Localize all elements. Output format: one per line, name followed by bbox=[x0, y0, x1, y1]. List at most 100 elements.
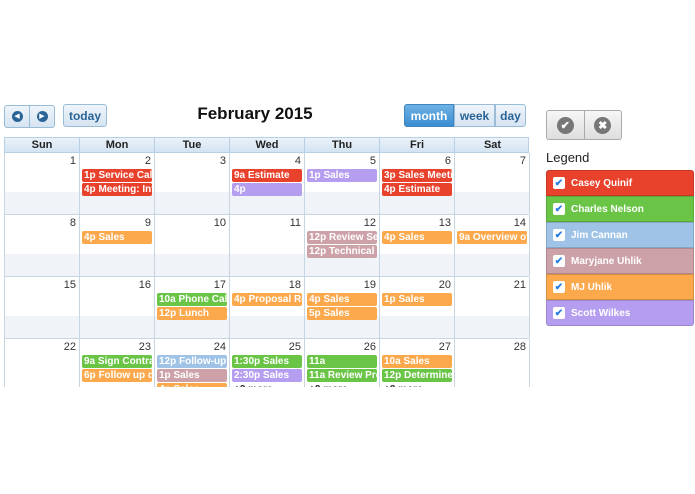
day-cell[interactable]: 10 bbox=[155, 215, 230, 276]
day-number[interactable]: 28 bbox=[514, 341, 526, 353]
calendar-event[interactable]: 9a Sign Contra bbox=[82, 355, 152, 368]
calendar-event[interactable]: 12p Determine bbox=[382, 369, 452, 382]
calendar-event[interactable]: 5p Sales bbox=[307, 307, 377, 320]
day-cell[interactable]: 25 1:30p Sales2:30p Sales+2 more bbox=[230, 339, 305, 387]
legend-item[interactable]: ✔ MJ Uhlik bbox=[546, 274, 694, 300]
day-number[interactable]: 1 bbox=[70, 155, 76, 167]
view-week-button[interactable]: week bbox=[454, 104, 495, 127]
day-number[interactable]: 12 bbox=[364, 217, 376, 229]
calendar-event[interactable]: 12p Follow-up bbox=[157, 355, 227, 368]
day-cell[interactable]: 5 1p Sales bbox=[305, 153, 380, 214]
calendar-event[interactable]: 4p bbox=[232, 183, 302, 196]
legend-checkbox[interactable]: ✔ bbox=[553, 203, 565, 215]
day-number[interactable]: 27 bbox=[439, 341, 451, 353]
legend-item[interactable]: ✔ Maryjane Uhlik bbox=[546, 248, 694, 274]
day-cell[interactable]: 1 bbox=[5, 153, 80, 214]
next-button[interactable]: ▶ bbox=[29, 105, 55, 128]
day-number[interactable]: 9 bbox=[145, 217, 151, 229]
confirm-button[interactable]: ✔ bbox=[546, 110, 584, 140]
day-cell[interactable]: 12 12p Review Ser 12p Technical I bbox=[305, 215, 380, 276]
calendar-event[interactable]: 4p Sales bbox=[382, 231, 452, 244]
day-number[interactable]: 13 bbox=[439, 217, 451, 229]
more-events-link[interactable]: +2 more bbox=[232, 383, 302, 387]
calendar-event[interactable]: 10a Sales bbox=[382, 355, 452, 368]
day-cell[interactable]: 14 9a Overview of bbox=[455, 215, 530, 276]
more-events-link[interactable]: +2 more bbox=[382, 383, 452, 387]
today-button[interactable]: today bbox=[63, 104, 107, 127]
calendar-event[interactable]: 6p Follow up d bbox=[82, 369, 152, 382]
day-cell[interactable]: 19 4p Sales 5p Sales bbox=[305, 277, 380, 338]
legend-item[interactable]: ✔ Jim Cannan bbox=[546, 222, 694, 248]
legend-item[interactable]: ✔ Charles Nelson bbox=[546, 196, 694, 222]
day-cell[interactable]: 21 bbox=[455, 277, 530, 338]
prev-button[interactable]: ◀ bbox=[4, 105, 29, 128]
calendar-event[interactable]: 1:30p Sales bbox=[232, 355, 302, 368]
calendar-event[interactable]: 10a Phone Call bbox=[157, 293, 227, 306]
legend-checkbox[interactable]: ✔ bbox=[553, 281, 565, 293]
day-number[interactable]: 20 bbox=[439, 279, 451, 291]
day-number[interactable]: 22 bbox=[64, 341, 76, 353]
legend-checkbox[interactable]: ✔ bbox=[553, 177, 565, 189]
calendar-event[interactable]: 4p Sales bbox=[307, 293, 377, 306]
calendar-event[interactable]: 4p Sales bbox=[82, 231, 152, 244]
calendar-event[interactable]: 12p Lunch bbox=[157, 307, 227, 320]
day-cell[interactable]: 11 bbox=[230, 215, 305, 276]
day-cell[interactable]: 27 10a Sales12p Determine+2 more bbox=[380, 339, 455, 387]
day-number[interactable]: 5 bbox=[370, 155, 376, 167]
calendar-event[interactable]: 9a Estimate bbox=[232, 169, 302, 182]
day-cell[interactable]: 3 bbox=[155, 153, 230, 214]
day-cell[interactable]: 22 bbox=[5, 339, 80, 387]
day-number[interactable]: 3 bbox=[220, 155, 226, 167]
day-cell[interactable]: 13 4p Sales bbox=[380, 215, 455, 276]
day-cell[interactable]: 23 9a Sign Contra 6p Follow up d bbox=[80, 339, 155, 387]
legend-checkbox[interactable]: ✔ bbox=[553, 229, 565, 241]
calendar-event[interactable]: 1p Sales bbox=[382, 293, 452, 306]
legend-item[interactable]: ✔ Scott Wilkes bbox=[546, 300, 694, 326]
calendar-event[interactable]: 12p Review Ser bbox=[307, 231, 377, 244]
day-number[interactable]: 18 bbox=[289, 279, 301, 291]
day-cell[interactable]: 4 9a Estimate 4p bbox=[230, 153, 305, 214]
calendar-event[interactable]: 2:30p Sales bbox=[232, 369, 302, 382]
day-number[interactable]: 24 bbox=[214, 341, 226, 353]
day-cell[interactable]: 16 bbox=[80, 277, 155, 338]
day-cell[interactable]: 28 bbox=[455, 339, 530, 387]
day-cell[interactable]: 2 1p Service Call 4p Meeting: Int bbox=[80, 153, 155, 214]
calendar-event[interactable]: 1p Service Call bbox=[82, 169, 152, 182]
calendar-event[interactable]: 9a Overview of bbox=[457, 231, 527, 244]
view-day-button[interactable]: day bbox=[495, 104, 526, 127]
calendar-event[interactable]: 4p Meeting: Int bbox=[82, 183, 152, 196]
day-number[interactable]: 10 bbox=[214, 217, 226, 229]
day-number[interactable]: 15 bbox=[64, 279, 76, 291]
day-cell[interactable]: 15 bbox=[5, 277, 80, 338]
day-number[interactable]: 16 bbox=[139, 279, 151, 291]
day-number[interactable]: 26 bbox=[364, 341, 376, 353]
day-number[interactable]: 21 bbox=[514, 279, 526, 291]
calendar-event[interactable]: 4p Sales bbox=[157, 383, 227, 387]
day-number[interactable]: 6 bbox=[445, 155, 451, 167]
cancel-button[interactable]: ✖ bbox=[583, 110, 622, 140]
legend-checkbox[interactable]: ✔ bbox=[553, 307, 565, 319]
day-cell[interactable]: 18 4p Proposal Re bbox=[230, 277, 305, 338]
day-cell[interactable]: 6 3p Sales Meetin 4p Estimate bbox=[380, 153, 455, 214]
calendar-event[interactable]: 1p Sales bbox=[157, 369, 227, 382]
day-number[interactable]: 8 bbox=[70, 217, 76, 229]
day-number[interactable]: 14 bbox=[514, 217, 526, 229]
day-number[interactable]: 23 bbox=[139, 341, 151, 353]
calendar-event[interactable]: 4p Proposal Re bbox=[232, 293, 302, 306]
day-number[interactable]: 25 bbox=[289, 341, 301, 353]
day-cell[interactable]: 26 11a11a Review Pro+2 more bbox=[305, 339, 380, 387]
day-number[interactable]: 4 bbox=[295, 155, 301, 167]
day-number[interactable]: 2 bbox=[145, 155, 151, 167]
legend-item[interactable]: ✔ Casey Quinif bbox=[546, 170, 694, 196]
day-cell[interactable]: 9 4p Sales bbox=[80, 215, 155, 276]
day-number[interactable]: 11 bbox=[290, 217, 301, 229]
more-events-link[interactable]: +2 more bbox=[307, 383, 377, 387]
calendar-event[interactable]: 1p Sales bbox=[307, 169, 377, 182]
day-cell[interactable]: 17 10a Phone Call 12p Lunch bbox=[155, 277, 230, 338]
calendar-event[interactable]: 3p Sales Meetin bbox=[382, 169, 452, 182]
legend-checkbox[interactable]: ✔ bbox=[553, 255, 565, 267]
calendar-event[interactable]: 11a Review Pro bbox=[307, 369, 377, 382]
view-month-button[interactable]: month bbox=[404, 104, 454, 127]
calendar-event[interactable]: 4p Estimate bbox=[382, 183, 452, 196]
day-cell[interactable]: 7 bbox=[455, 153, 530, 214]
